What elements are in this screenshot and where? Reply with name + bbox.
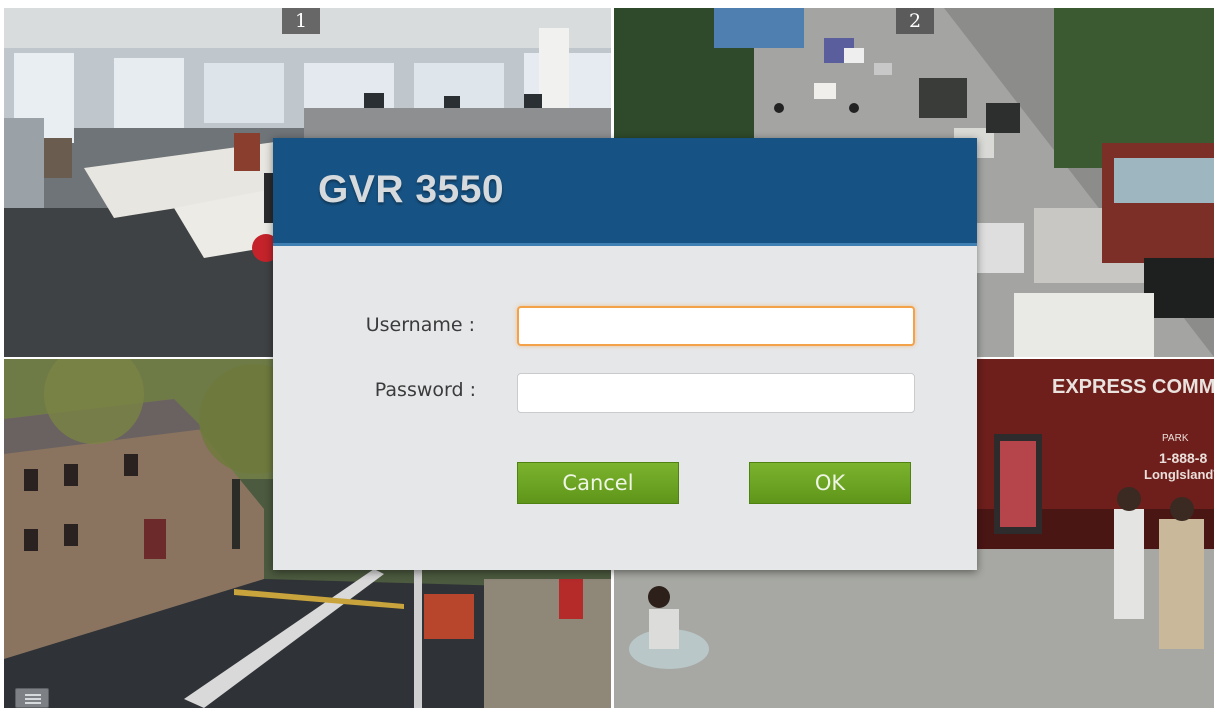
username-label: Username : <box>365 314 475 336</box>
camera-1-number: 1 <box>282 8 320 34</box>
menu-icon <box>25 694 41 696</box>
menu-button[interactable] <box>15 688 49 708</box>
bus-sign-text: EXPRESS COMMU <box>1052 376 1214 398</box>
bus-brand-text: LongIslandTr <box>1144 467 1214 482</box>
dialog-title: GVR 3550 <box>318 168 505 211</box>
password-field[interactable] <box>517 373 915 413</box>
password-label: Password : <box>374 379 476 401</box>
dialog-header: GVR 3550 <box>273 138 977 246</box>
cancel-button[interactable]: Cancel <box>517 462 679 504</box>
camera-2-number: 2 <box>896 8 934 34</box>
bus-park-text: PARK <box>1162 433 1189 444</box>
bus-phone-text: 1-888-8 <box>1159 450 1207 466</box>
username-field[interactable] <box>517 306 915 346</box>
ok-button[interactable]: OK <box>749 462 911 504</box>
login-dialog: GVR 3550 Username : Password : Cancel OK <box>273 138 977 570</box>
